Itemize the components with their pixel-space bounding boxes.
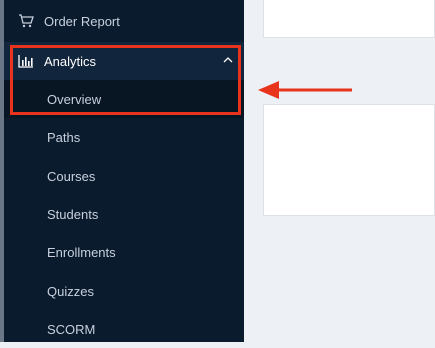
sidebar-item-paths[interactable]: Paths xyxy=(4,118,244,156)
bar-chart-icon xyxy=(18,53,34,69)
sidebar-item-label: Paths xyxy=(47,129,81,145)
sidebar-item-label: SCORM xyxy=(47,321,96,337)
sidebar-item-quizzes[interactable]: Quizzes xyxy=(4,272,244,310)
annotation-arrow-icon xyxy=(258,81,352,99)
sidebar-item-label: Students xyxy=(47,206,99,222)
chevron-up-icon[interactable] xyxy=(222,54,234,69)
sidebar-item-label: Analytics xyxy=(44,53,97,69)
sidebar-item-scorm[interactable]: SCORM xyxy=(4,310,244,348)
sidebar-item-label: Order Report xyxy=(44,13,120,29)
sidebar-item-label: Quizzes xyxy=(47,283,94,299)
sidebar-item-enrollments[interactable]: Enrollments xyxy=(4,233,244,271)
sidebar-item-analytics[interactable]: Analytics xyxy=(4,42,244,80)
sidebar-item-order-report[interactable]: Order Report xyxy=(4,2,244,40)
sidebar-item-label: Enrollments xyxy=(47,244,116,260)
sidebar-item-label: Overview xyxy=(47,91,102,107)
content-card xyxy=(263,0,435,38)
sidebar: Order Report Analytics Overview Paths Co… xyxy=(0,0,244,342)
content-card xyxy=(263,104,435,216)
cart-icon xyxy=(18,13,34,29)
sidebar-item-overview[interactable]: Overview xyxy=(4,80,244,118)
sidebar-item-students[interactable]: Students xyxy=(4,195,244,233)
sidebar-item-label: Courses xyxy=(47,168,96,184)
sidebar-item-courses[interactable]: Courses xyxy=(4,157,244,195)
